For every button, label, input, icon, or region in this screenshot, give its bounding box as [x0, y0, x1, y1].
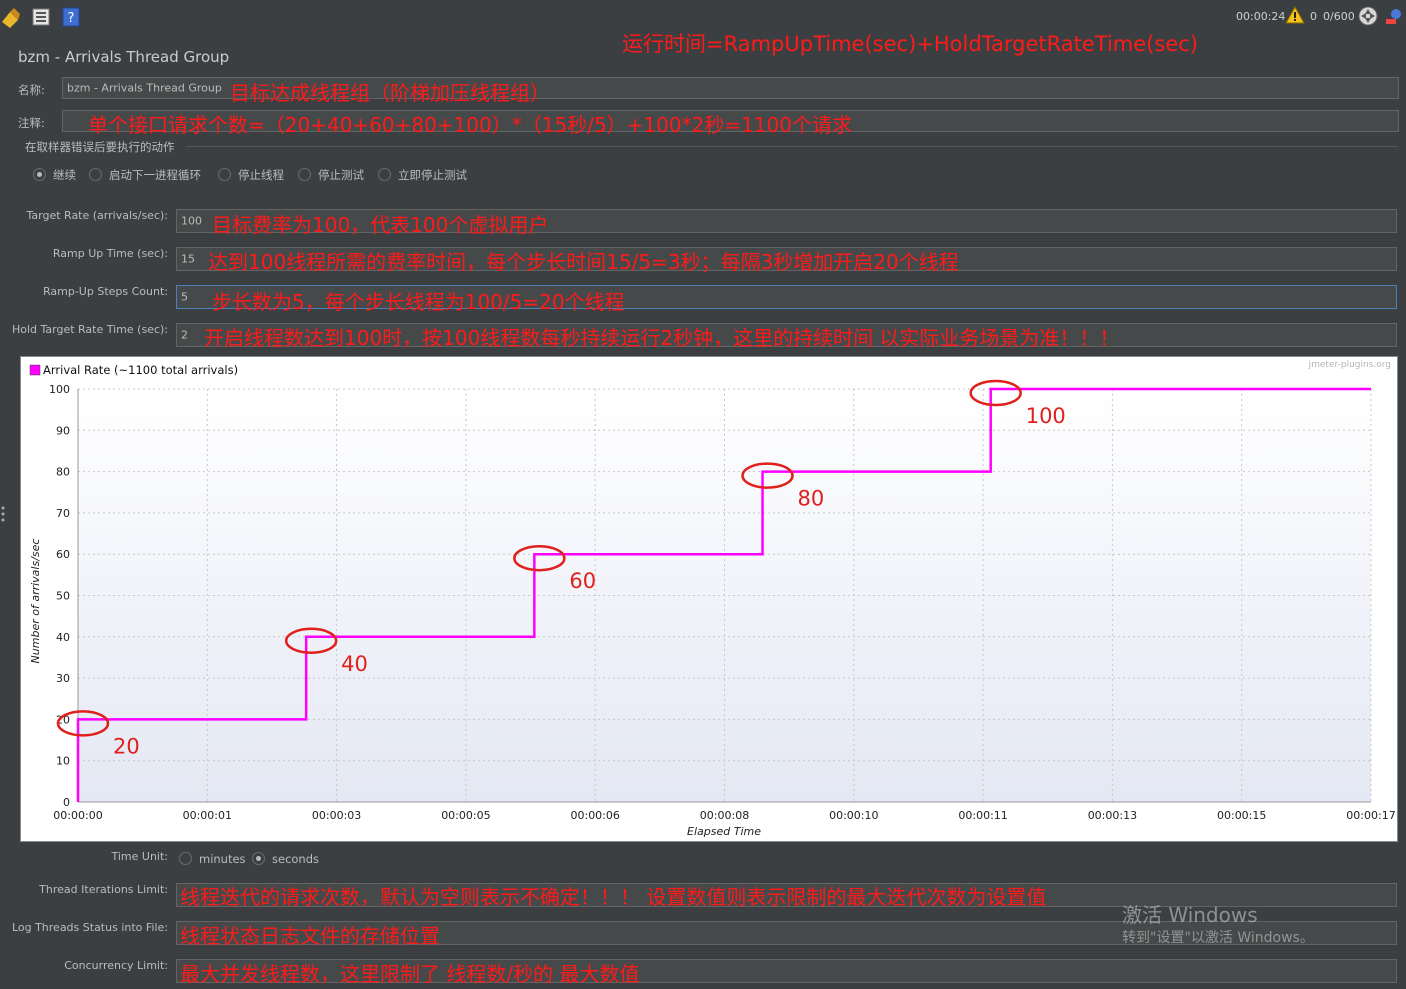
x-tick-label: 00:00:05 [441, 809, 490, 822]
y-axis-label: Number of arrivals/sec [29, 539, 42, 664]
broom-icon[interactable] [0, 6, 22, 28]
step-value-annotation: 60 [569, 569, 596, 593]
x-tick-label: 00:00:08 [700, 809, 749, 822]
ramp-up-label: Ramp Up Time (sec): [52, 247, 168, 260]
x-tick-label: 00:00:03 [312, 809, 361, 822]
runtime-formula-annotation: 运行时间=RampUpTime(sec)+HoldTargetRateTime(… [622, 32, 1198, 56]
y-tick-label: 70 [56, 507, 70, 520]
radio-continue-label: 继续 [53, 168, 76, 182]
x-tick-label: 00:00:11 [958, 809, 1007, 822]
x-tick-label: 00:00:10 [829, 809, 878, 822]
splitter-handle[interactable] [0, 505, 6, 523]
ramp-up-annotation: 达到100线程所需的费率时间，每个步长时间15/5=3秒；每隔3秒增加开启20个… [208, 250, 959, 274]
chart-watermark: jmeter-plugins.org [1308, 360, 1391, 370]
y-tick-label: 50 [56, 590, 70, 603]
hold-value: 2 [181, 328, 188, 342]
ramp-up-value: 15 [181, 252, 195, 266]
x-tick-label: 00:00:00 [53, 809, 102, 822]
target-rate-value: 100 [181, 214, 202, 228]
panel-title: bzm - Arrivals Thread Group [18, 48, 230, 66]
concurrency-annotation: 最大并发线程数，这里限制了 线程数/秒的 最大数值 [180, 962, 640, 986]
y-tick-label: 90 [56, 424, 70, 437]
comment-label: 注释: [18, 116, 45, 130]
y-tick-label: 100 [49, 383, 70, 396]
radio-start-next-loop[interactable] [89, 168, 102, 181]
step-value-annotation: 20 [113, 734, 140, 758]
radio-start-next-loop-label: 启动下一进程循环 [109, 168, 201, 182]
steps-annotation: 步长数为5，每个步长线程为100/5=20个线程 [212, 290, 625, 314]
steps-value: 5 [181, 290, 188, 304]
x-tick-label: 00:00:17 [1346, 809, 1395, 822]
comment-annotation: 单个接口请求个数=（20+40+60+80+100）*（15秒/5）+100*2… [88, 113, 852, 137]
hold-label: Hold Target Rate Time (sec): [11, 323, 168, 336]
name-annotation: 目标达成线程组（阶梯加压线程组） [230, 81, 550, 105]
log-label: Log Threads Status into File: [11, 921, 168, 934]
svg-text:?: ? [68, 11, 75, 26]
x-tick-label: 00:00:13 [1088, 809, 1137, 822]
y-tick-label: 80 [56, 466, 70, 479]
radio-stop-test-label: 停止测试 [318, 168, 364, 182]
y-tick-label: 0 [63, 796, 70, 809]
step-value-annotation: 40 [341, 652, 368, 676]
elapsed-timer: 00:00:24 [1236, 10, 1286, 23]
radio-seconds-label: seconds [272, 852, 320, 866]
list-icon[interactable] [30, 6, 52, 28]
log-viewer-icon[interactable] [1384, 6, 1404, 29]
radio-stop-test-now[interactable] [378, 168, 391, 181]
x-axis-label: Elapsed Time [687, 825, 761, 838]
iterations-annotation: 线程迭代的请求次数，默认为空则表示不确定！！！ 设置数值则表示限制的最大迭代次数… [180, 885, 1047, 909]
radio-seconds[interactable] [252, 852, 265, 865]
warning-icon[interactable] [1285, 5, 1305, 27]
warning-count: 0 [1310, 10, 1317, 23]
target-rate-annotation: 目标费率为100，代表100个虚拟用户 [212, 213, 549, 237]
radio-stop-test-now-label: 立即停止测试 [398, 168, 467, 182]
legend-label: Arrival Rate (~1100 total arrivals) [43, 363, 238, 377]
name-label: 名称: [18, 83, 45, 97]
help-icon[interactable]: ? [60, 6, 82, 28]
radio-stop-thread[interactable] [218, 168, 231, 181]
y-tick-label: 60 [56, 548, 70, 561]
y-tick-label: 40 [56, 631, 70, 644]
concurrency-label: Concurrency Limit: [64, 959, 168, 972]
activation-watermark-title: 激活 Windows [1122, 903, 1258, 927]
y-tick-label: 30 [56, 672, 70, 685]
hold-annotation: 开启线程数达到100时，按100线程数每秒持续运行2秒钟，这里的持续时间 以实际… [204, 326, 1120, 350]
radio-continue[interactable] [33, 168, 46, 181]
radio-minutes[interactable] [179, 852, 192, 865]
thread-count: 0/600 [1323, 10, 1355, 23]
time-unit-label: Time Unit: [111, 850, 168, 863]
x-tick-label: 00:00:06 [570, 809, 619, 822]
arrival-rate-chart: jmeter-plugins.org Arrival Rate (~1100 t… [20, 356, 1398, 842]
iterations-label: Thread Iterations Limit: [39, 883, 168, 896]
remote-start-icon[interactable] [1358, 6, 1378, 29]
name-field-value: bzm - Arrivals Thread Group [67, 81, 222, 95]
chart-svg: jmeter-plugins.org Arrival Rate (~1100 t… [29, 360, 1396, 838]
target-rate-label: Target Rate (arrivals/sec): [26, 209, 168, 222]
radio-stop-test[interactable] [298, 168, 311, 181]
legend-swatch [29, 364, 41, 376]
error-section-label: 在取样器错误后要执行的动作 [25, 140, 175, 154]
steps-label: Ramp-Up Steps Count: [43, 285, 168, 298]
step-value-annotation: 100 [1026, 404, 1066, 428]
section-divider [186, 146, 1398, 147]
radio-minutes-label: minutes [199, 852, 246, 866]
y-tick-label: 10 [56, 755, 70, 768]
x-tick-label: 00:00:15 [1217, 809, 1266, 822]
step-value-annotation: 80 [798, 487, 825, 511]
log-annotation: 线程状态日志文件的存储位置 [180, 924, 440, 948]
radio-stop-thread-label: 停止线程 [238, 168, 284, 182]
activation-watermark-subtitle: 转到"设置"以激活 Windows。 [1122, 930, 1314, 946]
x-tick-label: 00:00:01 [183, 809, 232, 822]
